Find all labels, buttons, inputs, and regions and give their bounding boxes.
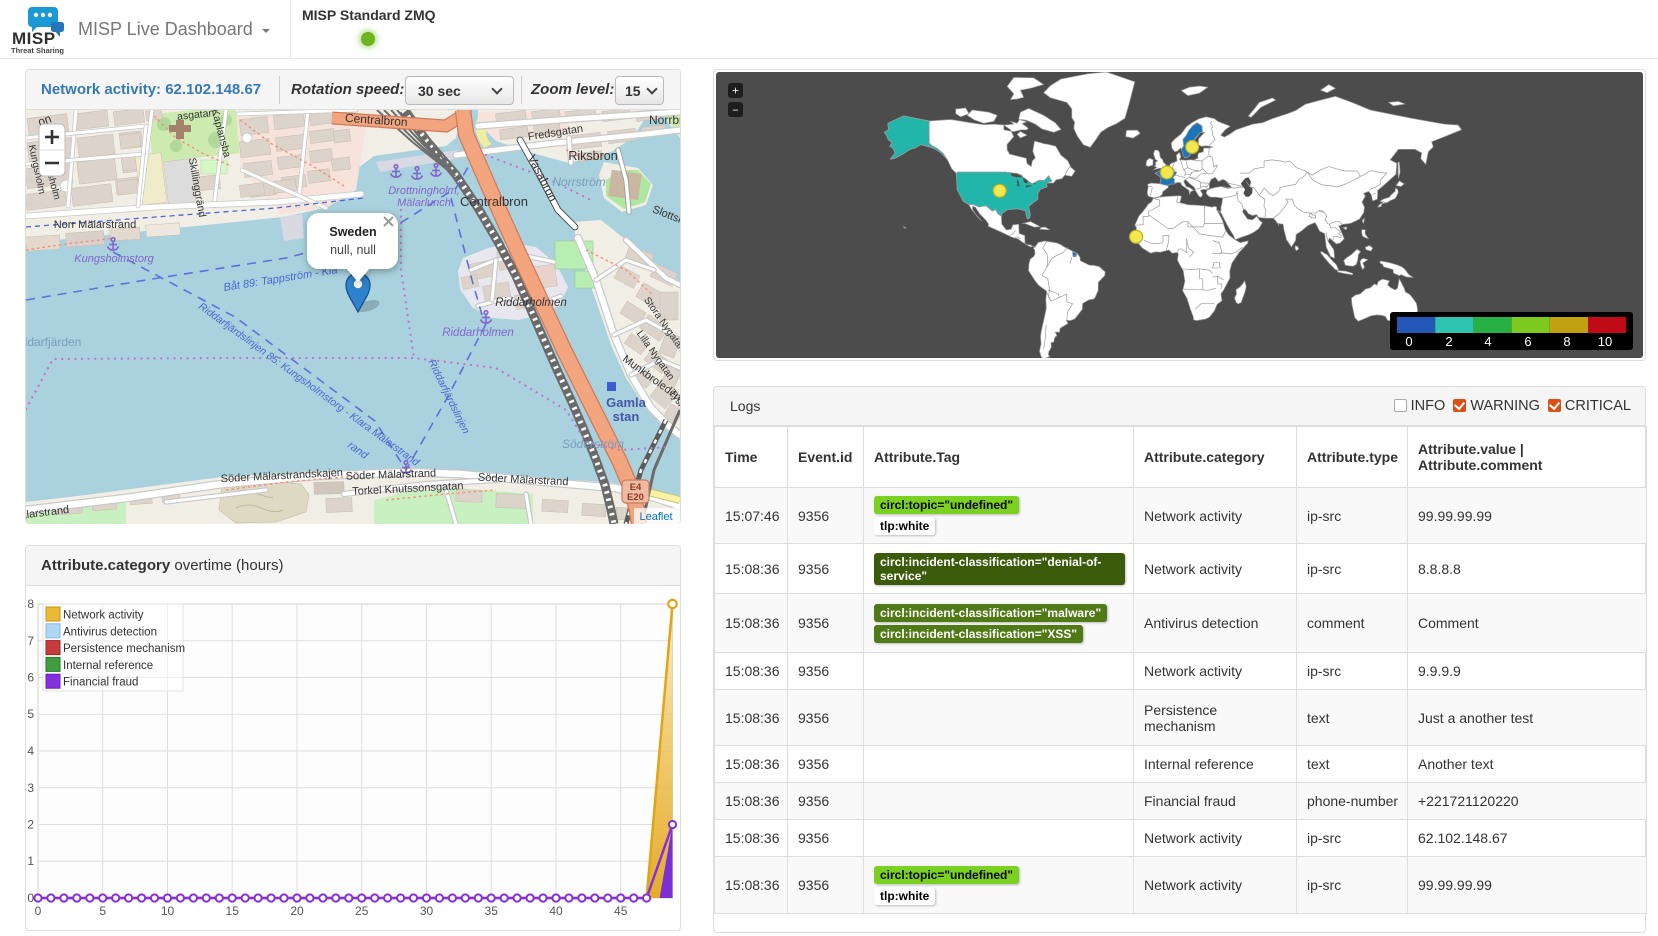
svg-text:null, null: null, null bbox=[330, 243, 376, 257]
svg-text:1: 1 bbox=[27, 854, 34, 868]
svg-text:4: 4 bbox=[1484, 334, 1491, 349]
svg-text:Mälarlunch: Mälarlunch bbox=[397, 197, 451, 209]
svg-text:20: 20 bbox=[290, 904, 304, 918]
svg-text:Riddarholmen: Riddarholmen bbox=[495, 297, 567, 309]
svg-text:Threat Sharing: Threat Sharing bbox=[11, 46, 64, 55]
svg-text:40: 40 bbox=[549, 904, 563, 918]
svg-text:4: 4 bbox=[27, 744, 34, 758]
svg-text:10: 10 bbox=[1598, 334, 1612, 349]
svg-text:Norrström: Norrström bbox=[552, 175, 605, 189]
svg-text:ddarfjärden: ddarfjärden bbox=[26, 335, 81, 349]
svg-text:8: 8 bbox=[27, 597, 34, 611]
svg-text:0: 0 bbox=[27, 891, 34, 905]
svg-text:+: + bbox=[732, 85, 739, 99]
svg-text:stan: stan bbox=[613, 409, 640, 424]
svg-text:Sweden: Sweden bbox=[329, 225, 376, 239]
svg-text:5: 5 bbox=[99, 904, 106, 918]
svg-text:Söderström: Söderström bbox=[562, 437, 624, 451]
svg-text:Kungsholmstorg: Kungsholmstorg bbox=[74, 253, 154, 265]
svg-text:2: 2 bbox=[1445, 334, 1452, 349]
svg-text:Norr Mälarstrand: Norr Mälarstrand bbox=[54, 219, 137, 231]
svg-text:5: 5 bbox=[27, 707, 34, 721]
svg-text:E20: E20 bbox=[627, 492, 644, 503]
svg-text:15: 15 bbox=[226, 904, 240, 918]
svg-text:35: 35 bbox=[485, 904, 499, 918]
svg-text:2: 2 bbox=[27, 818, 34, 832]
svg-text:Centralbron: Centralbron bbox=[460, 194, 528, 209]
svg-text:Norrbr: Norrbr bbox=[649, 113, 680, 127]
svg-text:–: – bbox=[732, 103, 739, 117]
svg-text:25: 25 bbox=[355, 904, 369, 918]
svg-text:Antivirus detection: Antivirus detection bbox=[63, 626, 157, 638]
svg-text:8: 8 bbox=[1563, 334, 1570, 349]
svg-text:0: 0 bbox=[1405, 334, 1412, 349]
svg-text:3: 3 bbox=[27, 781, 34, 795]
svg-text:Internal reference: Internal reference bbox=[63, 660, 153, 672]
svg-text:Riddarholmen: Riddarholmen bbox=[442, 327, 514, 339]
svg-text:0: 0 bbox=[35, 904, 42, 918]
svg-text:Network activity: Network activity bbox=[63, 610, 144, 622]
svg-text:30: 30 bbox=[420, 904, 434, 918]
svg-text:45: 45 bbox=[614, 904, 628, 918]
svg-text:Persistence mechanism: Persistence mechanism bbox=[63, 643, 185, 655]
svg-text:7: 7 bbox=[27, 634, 34, 648]
svg-text:6: 6 bbox=[27, 671, 34, 685]
svg-text:Leaflet: Leaflet bbox=[639, 511, 672, 523]
svg-text:10: 10 bbox=[161, 904, 175, 918]
svg-text:Drottningholm,: Drottningholm, bbox=[388, 185, 460, 197]
svg-text:Riksbron: Riksbron bbox=[568, 149, 617, 163]
svg-text:6: 6 bbox=[1524, 334, 1531, 349]
svg-text:Financial fraud: Financial fraud bbox=[63, 677, 138, 689]
svg-text:Gamla: Gamla bbox=[606, 395, 647, 410]
